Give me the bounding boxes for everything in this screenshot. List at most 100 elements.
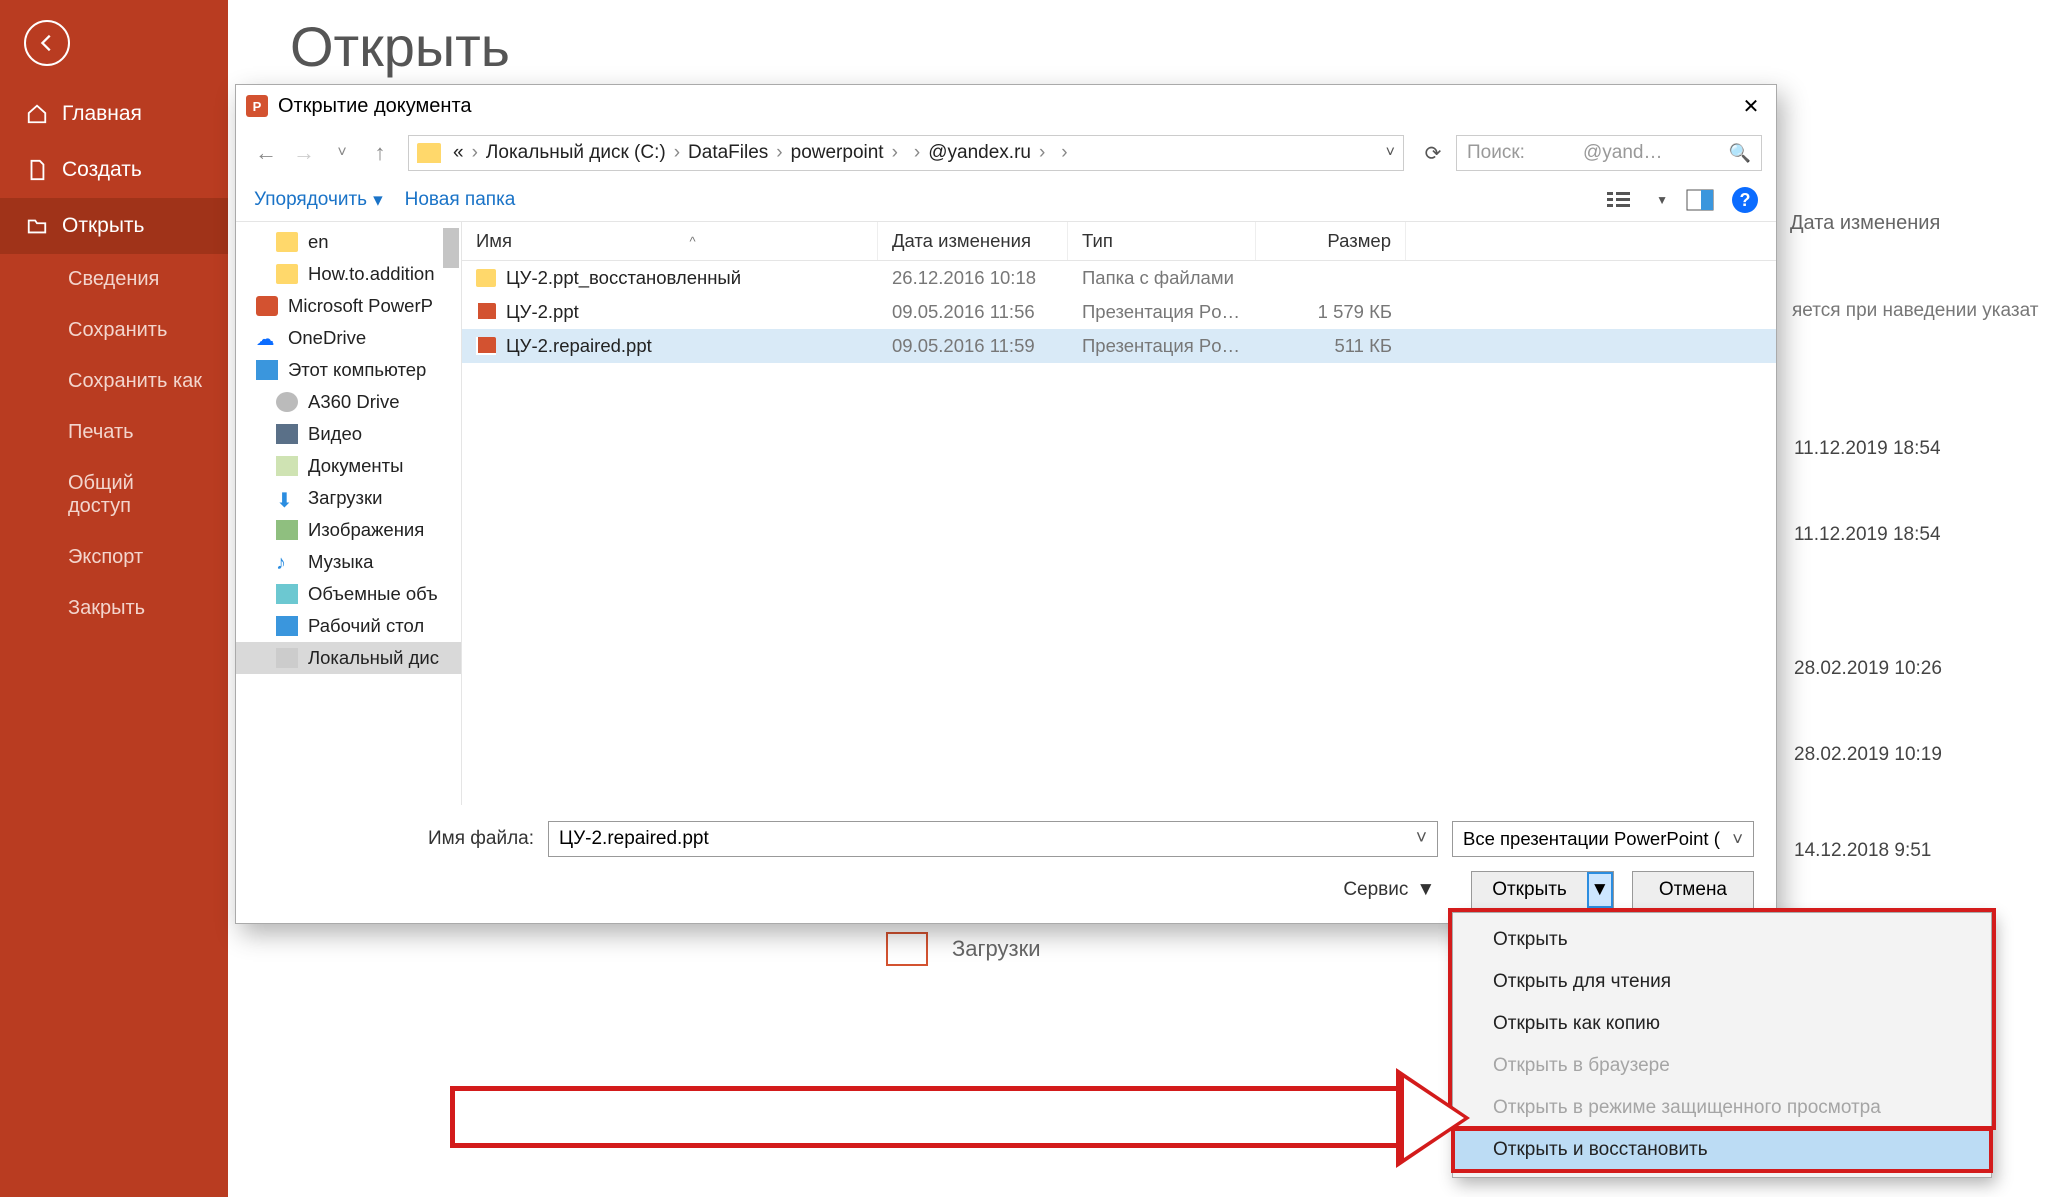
refresh-icon[interactable]: ⟳ (1416, 136, 1450, 170)
bg-date: 28.02.2019 10:19 (1794, 744, 1942, 766)
col-type[interactable]: Тип (1068, 222, 1256, 260)
nav-label: Создать (62, 158, 142, 182)
breadcrumb-segment[interactable]: @yandex.ru (924, 142, 1035, 164)
address-bar[interactable]: «›Локальный диск (C:)›DataFiles›powerpoi… (408, 135, 1404, 171)
tree-item[interactable]: Microsoft PowerP (236, 290, 461, 322)
preview-pane-icon[interactable] (1686, 189, 1714, 211)
open-menu-item[interactable]: Открыть для чтения (1453, 961, 1991, 1003)
search-placeholder: Поиск: (1467, 142, 1525, 164)
view-icon[interactable] (1606, 189, 1638, 211)
nav-new[interactable]: Создать (0, 142, 228, 198)
nav-sub-4[interactable]: Общий доступ (0, 458, 228, 532)
nav-sub-0[interactable]: Сведения (0, 254, 228, 305)
new-folder-button[interactable]: Новая папка (405, 189, 516, 211)
folder-icon (417, 143, 441, 163)
tree-item[interactable]: ☁OneDrive (236, 322, 461, 354)
col-name[interactable]: Имя^ (462, 222, 878, 260)
backstage-sidebar: Главная Создать Открыть СведенияСохранит… (0, 0, 228, 1197)
explorer-toolbar: Упорядочить ▾ Новая папка ▼ ? (236, 179, 1776, 222)
col-size[interactable]: Размер (1256, 222, 1406, 260)
nav-sub-2[interactable]: Сохранить как (0, 356, 228, 407)
chevron-down-icon[interactable]: ˅ (1386, 144, 1395, 162)
tree-item[interactable]: en (236, 226, 461, 258)
breadcrumb-segment[interactable]: Локальный диск (C:) (482, 142, 670, 164)
powerpoint-icon: P (246, 95, 268, 117)
bg-hint: яется при наведении указат (1792, 300, 2038, 322)
file-row[interactable]: ЦУ-2.ppt09.05.2016 11:56Презентация Pow…… (462, 295, 1776, 329)
open-mode-menu: ОткрытьОткрыть для чтенияОткрыть как коп… (1452, 912, 1992, 1178)
chevron-right-icon: › (772, 142, 786, 164)
tree-item[interactable]: Изображения (236, 514, 461, 546)
search-icon: 🔍 (1729, 143, 1751, 164)
chevron-down-icon: ▾ (373, 189, 383, 212)
col-date[interactable]: Дата изменения (878, 222, 1068, 260)
back-button[interactable] (24, 20, 70, 66)
page-title: Открыть (290, 14, 510, 79)
nav-home[interactable]: Главная (0, 86, 228, 142)
tree-item[interactable]: Видео (236, 418, 461, 450)
open-file-dialog: P Открытие документа ✕ ← → ˅ ↑ «›Локальн… (235, 84, 1777, 924)
bg-downloads-row: Загрузки (886, 932, 1041, 966)
explorer-navbar: ← → ˅ ↑ «›Локальный диск (C:)›DataFiles›… (236, 127, 1776, 179)
chevron-down-icon[interactable]: ˅ (326, 137, 358, 169)
tree-item[interactable]: Этот компьютер (236, 354, 461, 386)
search-input[interactable]: Поиск: @yand… 🔍 (1456, 135, 1762, 171)
nav-sub-1[interactable]: Сохранить (0, 305, 228, 356)
tree-item[interactable]: Рабочий стол (236, 610, 461, 642)
chevron-right-icon: › (468, 142, 482, 164)
back-icon[interactable]: ← (250, 137, 282, 169)
chevron-down-icon[interactable]: ˅ (1416, 828, 1427, 850)
cancel-button[interactable]: Отмена (1632, 871, 1754, 909)
tree-item[interactable]: How.to.addition (236, 258, 461, 290)
column-headers: Имя^ Дата изменения Тип Размер (462, 222, 1776, 261)
service-menu[interactable]: Сервис ▼ (1343, 879, 1435, 901)
breadcrumb-segment[interactable]: DataFiles (684, 142, 772, 164)
chevron-right-icon: › (1057, 142, 1071, 164)
scrollbar[interactable] (443, 228, 459, 268)
open-dropdown-button[interactable]: ▼ (1587, 872, 1613, 908)
chevron-down-icon[interactable]: ▼ (1656, 193, 1668, 207)
close-button[interactable]: ✕ (1736, 91, 1766, 121)
folder-icon (886, 932, 928, 966)
tree-item[interactable]: ⬇Загрузки (236, 482, 461, 514)
open-menu-item: Открыть в браузере (1453, 1045, 1991, 1087)
nav-tree: enHow.to.additionMicrosoft PowerP☁OneDri… (236, 222, 462, 805)
annotation-arrow-head (1400, 1072, 1468, 1164)
nav-sub-5[interactable]: Экспорт (0, 532, 228, 583)
dialog-titlebar: P Открытие документа ✕ (236, 85, 1776, 127)
open-menu-item[interactable]: Открыть и восстановить (1453, 1129, 1991, 1171)
open-menu-item[interactable]: Открыть (1453, 919, 1991, 961)
tree-item[interactable]: ♪Музыка (236, 546, 461, 578)
breadcrumb-segment[interactable]: powerpoint (787, 142, 888, 164)
annotation-arrow-body (450, 1086, 1410, 1148)
nav-sub-6[interactable]: Закрыть (0, 583, 228, 634)
tree-item[interactable]: Локальный дис (236, 642, 461, 674)
sort-asc-icon: ^ (689, 234, 695, 249)
nav-label: Открыть (62, 214, 144, 238)
file-list: Имя^ Дата изменения Тип Размер ЦУ-2.ppt_… (462, 222, 1776, 805)
open-button[interactable]: Открыть ▼ (1471, 871, 1614, 909)
forward-icon[interactable]: → (288, 137, 320, 169)
tree-item[interactable]: Объемные объ (236, 578, 461, 610)
nav-open[interactable]: Открыть (0, 198, 228, 254)
filename-input[interactable]: ЦУ-2.repaired.ppt ˅ (548, 821, 1438, 857)
file-type-select[interactable]: Все презентации PowerPoint ( ˅ (1452, 821, 1754, 857)
help-icon[interactable]: ? (1732, 187, 1758, 213)
dialog-title-text: Открытие документа (278, 95, 472, 118)
chevron-down-icon: ˅ (1732, 828, 1743, 850)
tree-item[interactable]: A360 Drive (236, 386, 461, 418)
organize-button[interactable]: Упорядочить ▾ (254, 189, 383, 212)
chevron-right-icon: › (910, 142, 924, 164)
bg-date: 14.12.2018 9:51 (1794, 840, 1931, 862)
open-menu-item[interactable]: Открыть как копию (1453, 1003, 1991, 1045)
file-row[interactable]: ЦУ-2.ppt_восстановленный26.12.2016 10:18… (462, 261, 1776, 295)
tree-item[interactable]: Документы (236, 450, 461, 482)
nav-sub-3[interactable]: Печать (0, 407, 228, 458)
breadcrumb-segment[interactable]: « (449, 142, 468, 164)
chevron-right-icon: › (1035, 142, 1049, 164)
bg-col-date: Дата изменения (1790, 212, 1940, 235)
home-icon (26, 103, 48, 125)
bg-downloads-label: Загрузки (952, 936, 1041, 962)
file-row[interactable]: ЦУ-2.repaired.ppt09.05.2016 11:59Презент… (462, 329, 1776, 363)
up-icon[interactable]: ↑ (364, 137, 396, 169)
